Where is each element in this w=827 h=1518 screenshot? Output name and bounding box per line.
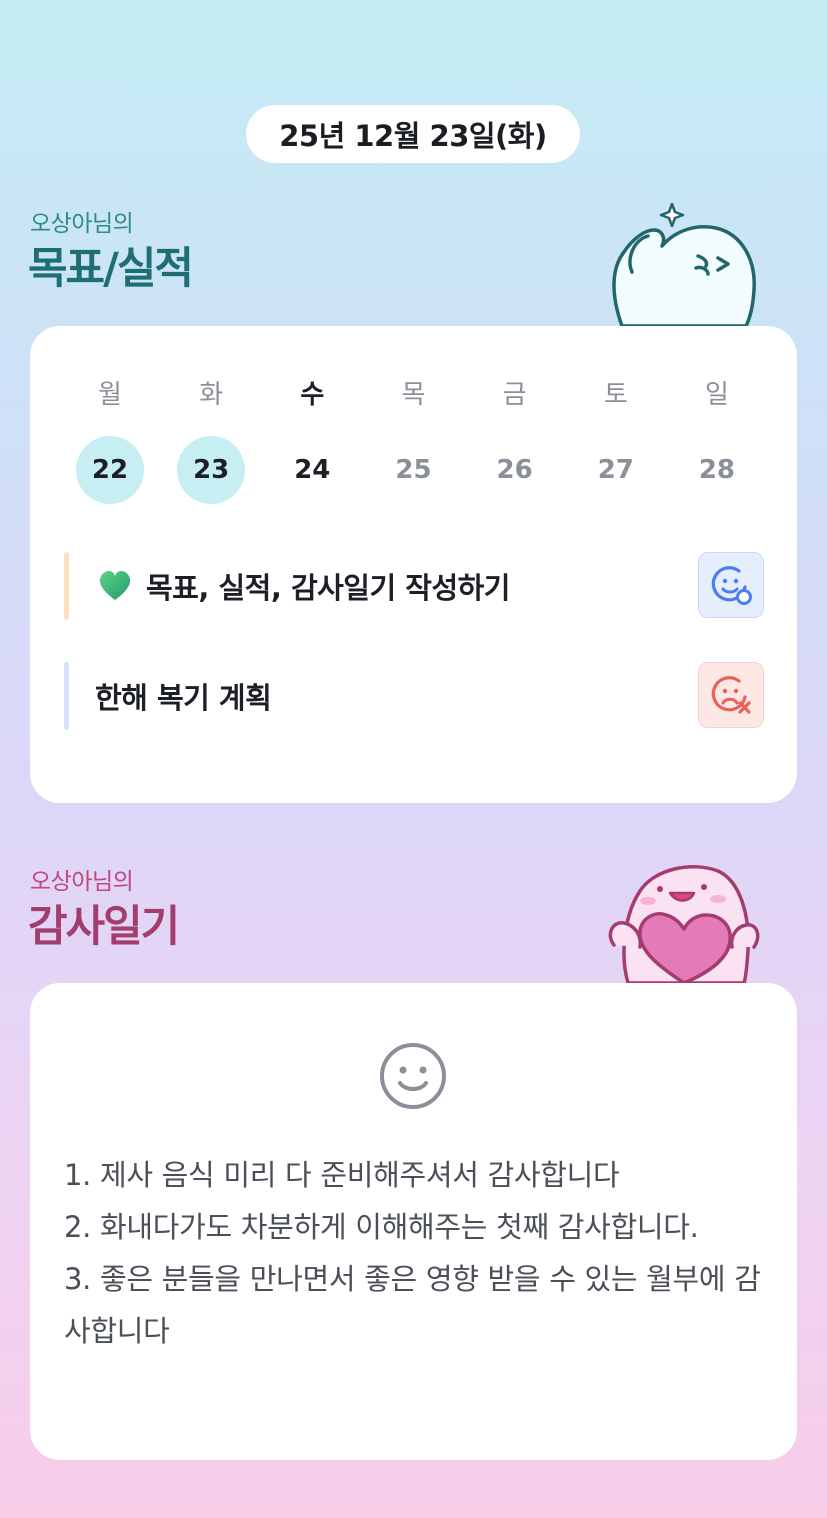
diary-line: 2. 화내다가도 차분하게 이해해주는 첫째 감사합니다. — [64, 1210, 699, 1244]
smile-check-icon — [711, 566, 752, 605]
day-label: 화 — [199, 380, 224, 410]
task-accent-bar — [64, 552, 69, 620]
goal-section-subtitle: 오상아님의 — [30, 211, 134, 237]
diary-line: 3. 좋은 분들을 만나면서 좋은 영향 받을 수 있는 월부에 감사합니다 — [64, 1262, 761, 1348]
diary-section-title: 감사일기 — [28, 902, 180, 952]
day-tue[interactable]: 화 23 — [176, 378, 246, 504]
day-number[interactable]: 22 — [76, 436, 144, 504]
day-number[interactable]: 28 — [683, 436, 751, 504]
task-item[interactable]: 한해 복기 계획 — [64, 662, 764, 730]
mascot-heart — [608, 865, 760, 985]
day-label: 일 — [704, 380, 729, 410]
day-mon[interactable]: 월 22 — [75, 378, 145, 504]
day-wed[interactable]: 수 24 — [277, 378, 347, 504]
status-achieved-button[interactable] — [698, 552, 764, 618]
day-number[interactable]: 25 — [379, 436, 447, 504]
day-number[interactable]: 24 — [278, 436, 346, 504]
goal-card: 월 22 화 23 수 24 목 25 금 26 토 27 일 28 목표, 실… — [30, 326, 797, 803]
diary-card: 1. 제사 음식 미리 다 준비해주셔서 감사합니다 2. 화내다가도 차분하게… — [30, 983, 797, 1460]
task-text: 목표, 실적, 감사일기 작성하기 — [146, 571, 510, 605]
diary-line: 1. 제사 음식 미리 다 준비해주셔서 감사합니다 — [64, 1158, 620, 1192]
day-number[interactable]: 26 — [481, 436, 549, 504]
day-sun[interactable]: 일 28 — [682, 378, 752, 504]
date-pill[interactable]: 25년 12월 23일(화) — [246, 105, 580, 163]
day-thu[interactable]: 목 25 — [378, 378, 448, 504]
day-label: 수 — [300, 380, 325, 410]
task-text: 한해 복기 계획 — [95, 681, 272, 715]
day-label: 월 — [98, 380, 122, 410]
day-number[interactable]: 23 — [177, 436, 246, 504]
task-accent-bar — [64, 662, 69, 730]
day-label: 목 — [401, 380, 426, 410]
day-label: 금 — [502, 380, 527, 410]
mascot-ghost — [612, 202, 756, 328]
day-label: 토 — [603, 380, 628, 410]
goal-section-title: 목표/실적 — [28, 244, 194, 294]
diary-section-subtitle: 오상아님의 — [30, 869, 134, 895]
day-number[interactable]: 27 — [582, 436, 650, 504]
day-sat[interactable]: 토 27 — [581, 378, 651, 504]
status-not-achieved-button[interactable] — [698, 662, 764, 728]
diary-entry: 1. 제사 음식 미리 다 준비해주셔서 감사합니다 2. 화내다가도 차분하게… — [64, 1149, 764, 1357]
week-strip: 월 22 화 23 수 24 목 25 금 26 토 27 일 28 — [75, 378, 752, 504]
task-item[interactable]: 목표, 실적, 감사일기 작성하기 — [64, 552, 764, 620]
day-fri[interactable]: 금 26 — [480, 378, 550, 504]
heart-icon — [98, 570, 132, 602]
smile-icon — [380, 1043, 446, 1109]
sad-x-icon — [711, 676, 751, 714]
